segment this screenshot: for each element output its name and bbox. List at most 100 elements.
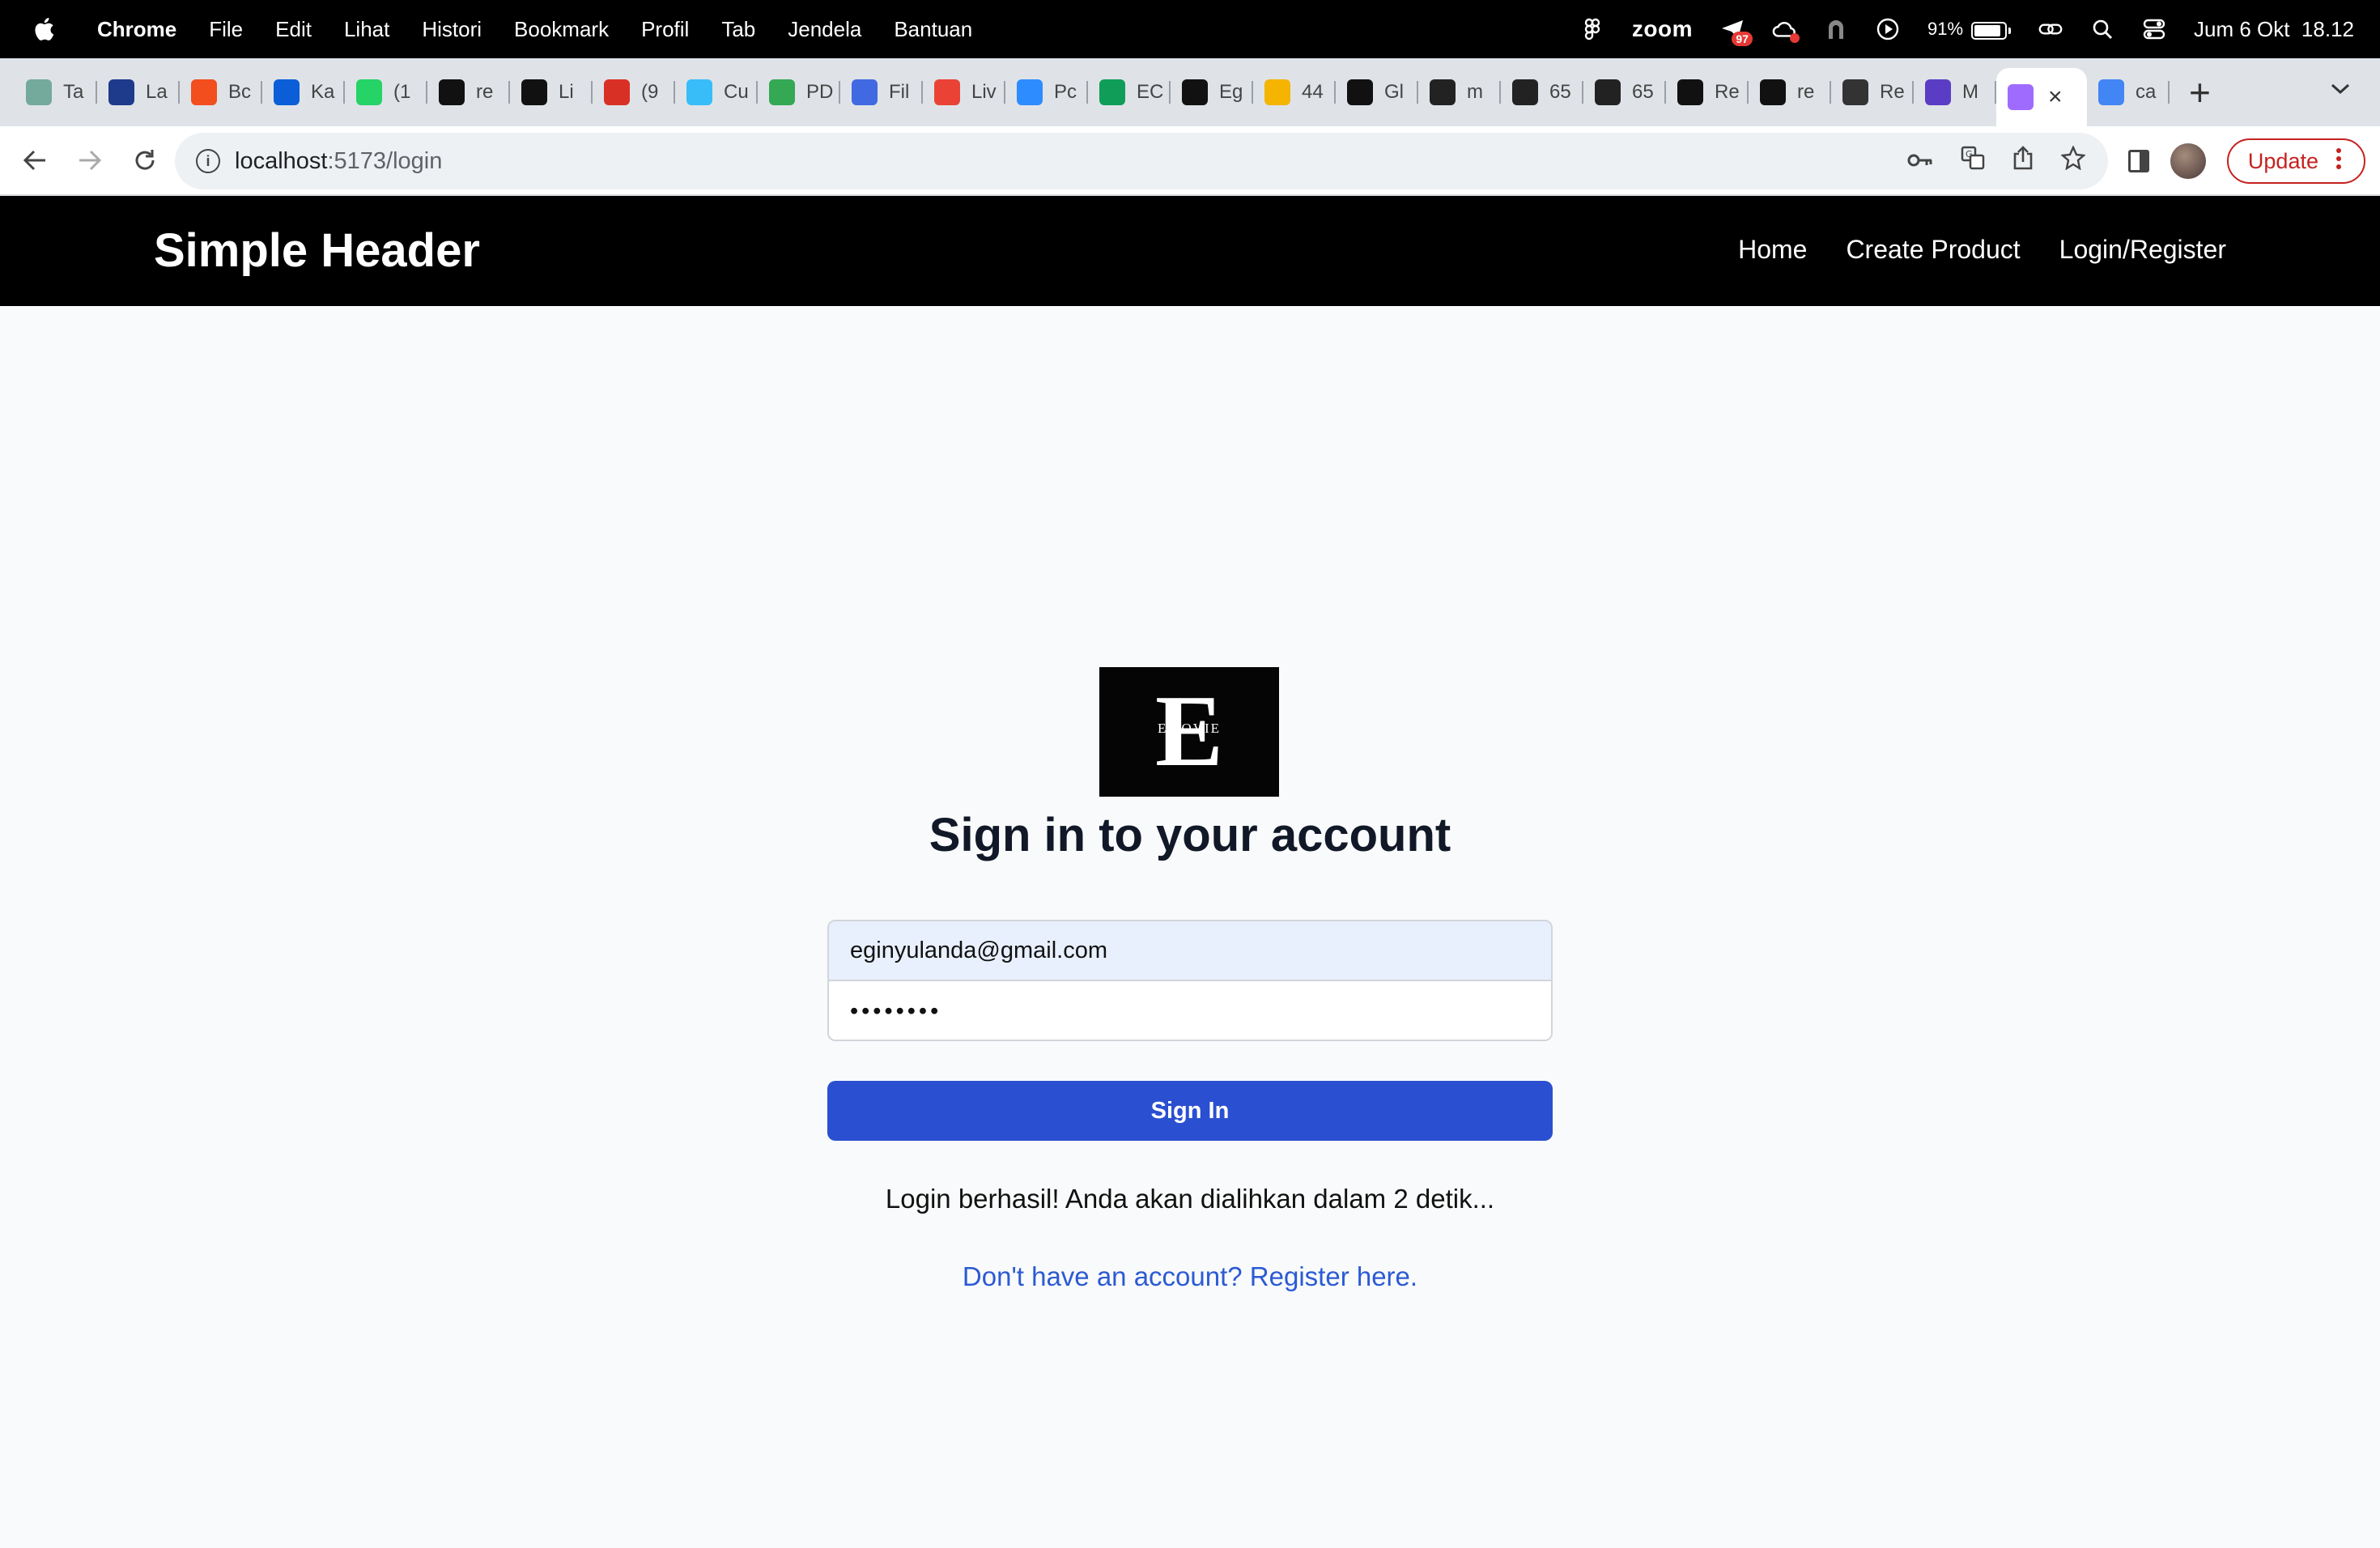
tab[interactable]: Bc [180,58,262,126]
menu-window[interactable]: Jendela [788,17,861,42]
update-button[interactable]: Update [2226,138,2365,184]
menu-help[interactable]: Bantuan [894,17,972,42]
key-icon[interactable] [1907,147,1933,175]
side-panel-icon[interactable] [2127,150,2149,172]
tab[interactable]: 65 [1501,58,1583,126]
tab[interactable]: Liv [923,58,1005,126]
menu-tab[interactable]: Tab [721,17,755,42]
nav-login-register[interactable]: Login/Register [2059,235,2226,265]
chatgpt-icon [26,79,52,105]
email-field[interactable] [829,921,1551,981]
tab[interactable]: M [1914,58,1996,126]
clock[interactable]: Jum 6 Okt 18.12 [2194,17,2354,42]
address-bar[interactable]: i localhost:5173/login G [175,133,2108,189]
password-field[interactable] [829,981,1551,1040]
spotlight-search-icon[interactable] [2090,17,2114,41]
toolbar-right-actions: Update [2127,126,2365,196]
battery-icon[interactable] [1971,17,2012,42]
tab-title: re [1797,81,1815,103]
new-tab-button[interactable]: + [2189,74,2211,111]
sign-in-button[interactable]: Sign In [827,1081,1553,1141]
tab-title: 65 [1632,81,1654,103]
tab[interactable]: PD [758,58,840,126]
tab[interactable]: Fil [840,58,923,126]
link-icon[interactable] [2038,17,2063,41]
tab-active[interactable]: × [1996,68,2087,126]
profile-avatar[interactable] [2170,143,2206,179]
tab[interactable]: Cu [675,58,758,126]
register-link[interactable]: Don't have an account? Register here. [0,1261,2380,1292]
url-path: :5173/login [327,147,443,174]
browser-toolbar: i localhost:5173/login G Update [0,126,2380,196]
tab[interactable]: Re [1831,58,1914,126]
play-circle-icon[interactable] [1876,17,1900,41]
reload-icon[interactable] [131,147,159,174]
menu-bookmarks[interactable]: Bookmark [514,17,609,42]
site-info-icon[interactable]: i [196,149,220,173]
url-host: localhost [235,147,328,174]
whatsapp-icon [356,79,382,105]
monitor-icon [1842,79,1868,105]
tab[interactable]: (9 [593,58,675,126]
sheets-icon [1099,79,1125,105]
control-center-icon[interactable] [2142,17,2166,41]
tab[interactable]: Pc [1005,58,1088,126]
tab[interactable]: Ta [15,58,97,126]
translate-icon[interactable]: G [1961,146,1985,176]
back-arrow-icon[interactable] [21,147,49,174]
api-icon [1430,79,1456,105]
tab[interactable]: ca [2087,58,2170,126]
menubar-status-area: zoom 97 91% Jum 6 Okt 18.12 [1580,0,2354,58]
tab[interactable]: 44 [1253,58,1336,126]
tab-title: ca [2136,81,2157,103]
menu-file[interactable]: File [209,17,243,42]
zoom-icon [1017,79,1043,105]
github-icon [1677,79,1703,105]
tab[interactable]: (1 [345,58,427,126]
arch-icon[interactable] [1824,17,1848,41]
battery-level-fill [1974,24,2001,36]
badge-icon [604,79,630,105]
tab-title: 44 [1302,81,1324,103]
bank-icon [274,79,300,105]
tab[interactable]: Re [1666,58,1749,126]
drive-icon [769,79,795,105]
api-icon [1512,79,1538,105]
tab-title: EC [1137,81,1164,103]
nav-home[interactable]: Home [1738,235,1807,265]
bookmark-star-icon[interactable] [2060,145,2086,176]
menu-history[interactable]: Histori [422,17,482,42]
cloud-sync-icon[interactable] [1772,17,1800,43]
share-icon[interactable] [2012,146,2034,176]
figma-icon[interactable] [1580,17,1604,41]
tab[interactable]: 65 [1583,58,1666,126]
site-title[interactable]: Simple Header [154,223,480,278]
site-nav: Home Create Product Login/Register [1738,235,2226,265]
google-icon [2098,79,2124,105]
tab-close-icon[interactable]: × [2048,83,2063,111]
tab[interactable]: re [427,58,510,126]
tab[interactable]: m [1418,58,1501,126]
tab[interactable]: Ka [262,58,345,126]
tab[interactable]: re [1749,58,1831,126]
menu-app-name[interactable]: Chrome [97,17,176,42]
nav-create-product[interactable]: Create Product [1846,235,2020,265]
send-notification-icon[interactable]: 97 [1720,17,1753,46]
menu-edit[interactable]: Edit [275,17,312,42]
tab[interactable]: Gl [1336,58,1418,126]
page-title: Sign in to your account [929,809,1451,861]
apple-icon[interactable] [32,16,55,42]
gmail-icon [934,79,960,105]
tab-title: Eg [1219,81,1243,103]
menu-profiles[interactable]: Profil [641,17,689,42]
tab[interactable]: La [97,58,180,126]
tab[interactable]: Eg [1171,58,1253,126]
tab-search-chevron-icon[interactable] [2330,74,2351,102]
tab-list: Ta La Bc Ka (1 re Li (9 Cu PD Fil Liv Pc EC Eg 44 Gl m 65 6… [0,58,2170,126]
tab[interactable]: EC [1088,58,1171,126]
forward-arrow-icon[interactable] [76,147,104,174]
zoom-menu-icon[interactable]: zoom [1632,16,1693,42]
menu-view[interactable]: Lihat [344,17,389,42]
tab-title: Gl [1384,81,1404,103]
tab[interactable]: Li [510,58,593,126]
